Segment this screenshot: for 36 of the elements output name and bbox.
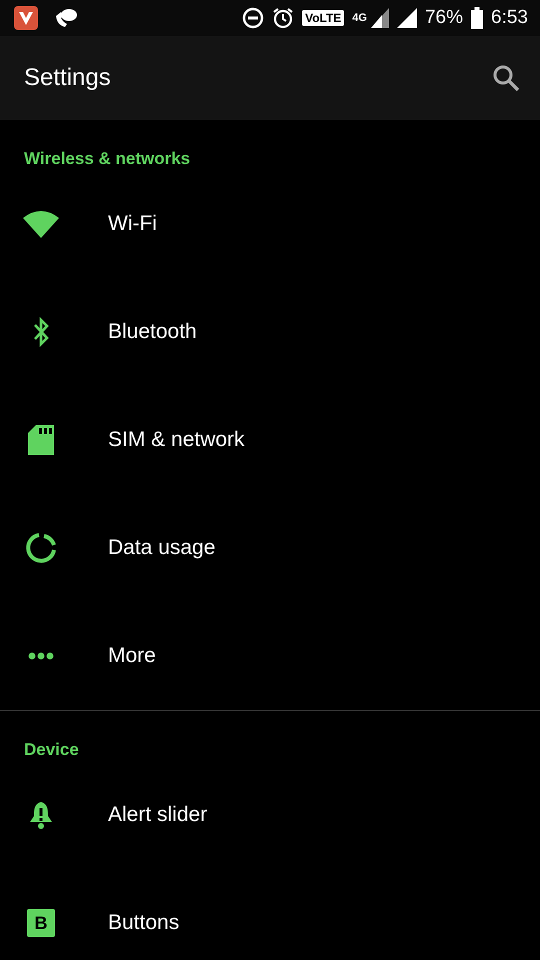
signal-icon (396, 8, 417, 28)
section-header: Device (23, 739, 80, 761)
battery-icon (471, 7, 484, 29)
item-label: Alert slider (108, 802, 208, 828)
search-button[interactable] (492, 64, 520, 92)
bell-icon (28, 800, 54, 830)
do-not-disturb-icon (242, 7, 264, 29)
item-label: Bluetooth (108, 319, 197, 346)
screen-title: Settings (24, 63, 111, 93)
signal-icon (370, 8, 389, 28)
settings-item[interactable]: Bluetooth (0, 278, 540, 386)
clock-time: 6:53 (491, 6, 528, 30)
settings-item[interactable]: More (0, 602, 540, 710)
buttons-icon: B (27, 909, 55, 937)
item-label: More (108, 643, 156, 670)
item-label: SIM & network (108, 427, 245, 454)
settings-item[interactable]: B Buttons (0, 869, 540, 960)
bluetooth-icon (31, 316, 51, 348)
volte-badge: VoLTE (302, 10, 344, 26)
item-label: Buttons (108, 910, 180, 936)
chat-icon (54, 7, 78, 29)
app-icon (14, 6, 38, 30)
network-type-text: 4G (352, 12, 367, 24)
settings-item[interactable]: SIM & network (0, 386, 540, 494)
wifi-icon (23, 210, 59, 238)
item-label: Wi-Fi (108, 211, 157, 238)
settings-item[interactable]: Wi-Fi (0, 170, 540, 278)
settings-item[interactable]: Data usage (0, 494, 540, 602)
settings-item[interactable]: Alert slider (0, 761, 540, 869)
data-usage-icon (25, 532, 57, 564)
section-header: Wireless & networks (23, 148, 192, 170)
more-icon (28, 652, 54, 660)
alarm-icon (272, 7, 294, 29)
item-label: Data usage (108, 535, 216, 562)
battery-percent: 76% (424, 6, 464, 30)
sd-card-icon (28, 425, 54, 455)
